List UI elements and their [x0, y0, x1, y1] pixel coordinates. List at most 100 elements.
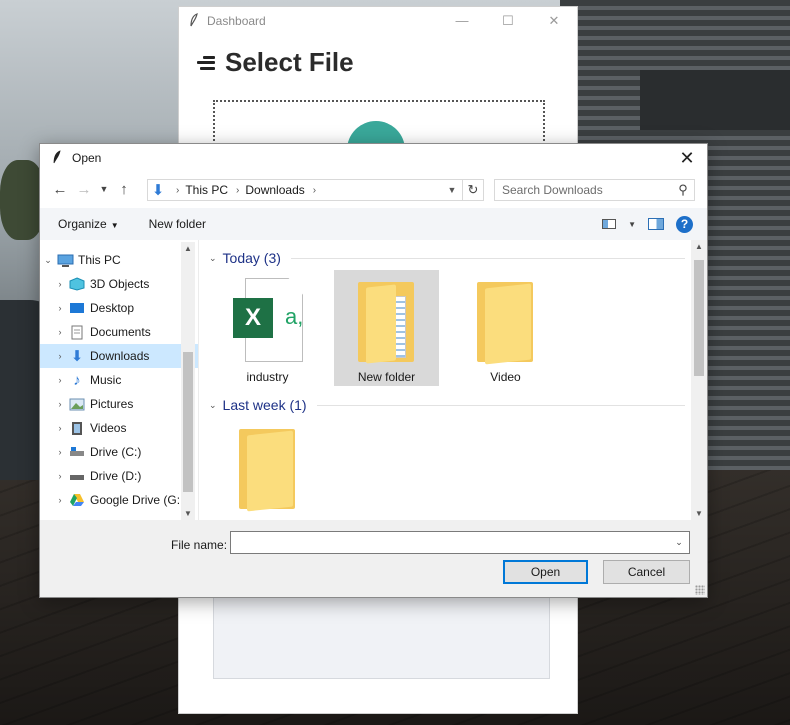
downloads-icon: ⬇	[70, 348, 84, 365]
nav-item-label: Documents	[90, 325, 151, 339]
recent-locations-chevron-icon[interactable]: ▼	[96, 184, 112, 194]
new-folder-button[interactable]: New folder	[131, 217, 218, 231]
expand-chevron-icon[interactable]: ›	[52, 423, 68, 433]
expand-chevron-icon[interactable]: ›	[52, 351, 68, 361]
music-icon: ♪	[73, 371, 81, 389]
address-bar[interactable]: ⬇ › This PC › Downloads › ▼	[147, 179, 463, 201]
nav-item-google-drive[interactable]: › Google Drive (G:	[40, 488, 198, 512]
folder-icon	[358, 282, 414, 364]
feather-icon	[189, 12, 199, 30]
up-arrow-icon[interactable]: ↑	[112, 181, 136, 198]
file-name-label: File name:	[171, 538, 228, 552]
breadcrumb-downloads[interactable]: Downloads	[245, 183, 304, 197]
group-label: Today (3)	[222, 250, 281, 266]
maximize-button[interactable]: ☐	[485, 13, 531, 29]
3d-objects-icon	[68, 277, 86, 291]
expand-chevron-icon[interactable]: ›	[52, 279, 68, 289]
group-label: Last week (1)	[222, 397, 307, 413]
breadcrumb-separator-icon[interactable]: ›	[236, 185, 239, 196]
nav-item-label: Desktop	[90, 301, 135, 315]
file-item-new-folder[interactable]: New folder	[334, 270, 439, 386]
refresh-icon[interactable]: ↻	[463, 179, 484, 201]
open-dialog: Open ✕ ← → ▼ ↑ ⬇ › This PC › Downloads ›…	[39, 143, 708, 598]
dialog-titlebar: Open ✕	[40, 144, 707, 172]
expand-chevron-icon[interactable]: ›	[52, 327, 68, 337]
expand-chevron-icon[interactable]: ›	[52, 303, 68, 313]
file-list-scrollbar[interactable]: ▲ ▼	[691, 240, 707, 520]
nav-item-documents[interactable]: › Documents	[40, 320, 198, 344]
dialog-footer: File name: ⌄ Open Cancel	[40, 520, 707, 597]
group-collapse-icon[interactable]: ⌄	[209, 400, 217, 411]
resize-grip-icon[interactable]	[695, 585, 705, 595]
nav-item-music[interactable]: › ♪ Music	[40, 368, 198, 392]
help-icon[interactable]: ?	[676, 215, 693, 233]
file-name: Video	[490, 370, 521, 384]
scroll-up-icon[interactable]: ▲	[691, 242, 707, 251]
expand-chevron-icon[interactable]: ›	[52, 447, 68, 457]
expand-chevron-icon[interactable]: ›	[52, 495, 68, 505]
dashboard-titlebar: Dashboard — ☐ ✕	[179, 7, 577, 35]
search-box[interactable]: ⚲	[494, 179, 695, 201]
view-options-chevron-icon[interactable]: ▼	[628, 220, 636, 229]
file-name-dropdown-icon[interactable]: ⌄	[669, 537, 689, 548]
menu-icon[interactable]	[197, 55, 215, 70]
group-divider	[290, 257, 685, 259]
excel-a-glyph: a,	[285, 304, 304, 329]
scroll-down-icon[interactable]: ▼	[181, 509, 195, 518]
address-dropdown-icon[interactable]: ▼	[442, 185, 462, 195]
cancel-button[interactable]: Cancel	[603, 560, 690, 584]
folder-icon	[477, 282, 533, 365]
breadcrumb-separator-icon[interactable]: ›	[176, 185, 179, 196]
group-header-today[interactable]: ⌄ Today (3)	[209, 248, 685, 268]
excel-icon: X	[233, 298, 273, 338]
scroll-up-icon[interactable]: ▲	[181, 244, 195, 253]
expand-chevron-icon[interactable]: ›	[52, 375, 68, 385]
close-button[interactable]: ✕	[531, 13, 577, 29]
expand-chevron-icon[interactable]: ›	[52, 399, 68, 409]
nav-item-label: Videos	[90, 421, 127, 435]
desktop-icon	[68, 301, 86, 315]
breadcrumb-separator-icon[interactable]: ›	[313, 185, 316, 196]
preview-pane-icon[interactable]	[648, 218, 664, 230]
scrollbar-thumb[interactable]	[183, 352, 193, 492]
nav-item-label: Music	[90, 373, 122, 387]
nav-item-pictures[interactable]: › Pictures	[40, 392, 198, 416]
scrollbar-thumb[interactable]	[694, 260, 704, 376]
dashboard-title: Dashboard	[207, 14, 266, 28]
nav-item-this-pc[interactable]: ⌄ This PC	[40, 248, 198, 272]
group-collapse-icon[interactable]: ⌄	[209, 253, 217, 264]
nav-item-drive-d[interactable]: › Drive (D:)	[40, 464, 198, 488]
organize-button[interactable]: Organize ▼	[40, 217, 131, 231]
change-view-icon[interactable]	[602, 219, 617, 229]
breadcrumb-this-pc[interactable]: This PC	[185, 183, 228, 197]
scroll-down-icon[interactable]: ▼	[691, 509, 707, 518]
expand-chevron-icon[interactable]: ›	[52, 471, 68, 481]
computer-icon	[56, 253, 74, 267]
back-arrow-icon[interactable]: ←	[48, 181, 72, 198]
dashboard-panel	[213, 597, 550, 679]
nav-item-3d-objects[interactable]: › 3D Objects	[40, 272, 198, 296]
nav-item-drive-c[interactable]: › Drive (C:)	[40, 440, 198, 464]
open-button[interactable]: Open	[503, 560, 588, 584]
file-name-combobox[interactable]: ⌄	[230, 531, 690, 554]
nav-item-label: 3D Objects	[90, 277, 150, 291]
navigation-scrollbar[interactable]: ▲ ▼	[181, 242, 195, 520]
videos-icon	[68, 421, 86, 435]
nav-item-videos[interactable]: › Videos	[40, 416, 198, 440]
file-item-folder[interactable]	[215, 417, 320, 520]
collapse-chevron-icon[interactable]: ⌄	[40, 255, 56, 266]
group-header-last-week[interactable]: ⌄ Last week (1)	[209, 395, 685, 415]
search-icon[interactable]: ⚲	[672, 182, 694, 198]
dialog-close-button[interactable]: ✕	[667, 148, 707, 169]
file-item-video[interactable]: Video	[453, 270, 558, 386]
dialog-toolbar: Organize ▼ New folder ▼ ?	[40, 208, 707, 240]
drive-d-icon	[68, 469, 86, 483]
file-name-input[interactable]	[231, 532, 669, 553]
file-item-industry[interactable]: X a, industry	[215, 270, 320, 386]
search-input[interactable]	[502, 183, 672, 197]
forward-arrow-icon[interactable]: →	[72, 181, 96, 198]
nav-item-downloads[interactable]: › ⬇ Downloads	[40, 344, 198, 368]
minimize-button[interactable]: —	[439, 13, 485, 29]
nav-item-desktop[interactable]: › Desktop	[40, 296, 198, 320]
background-building-window	[640, 70, 790, 130]
